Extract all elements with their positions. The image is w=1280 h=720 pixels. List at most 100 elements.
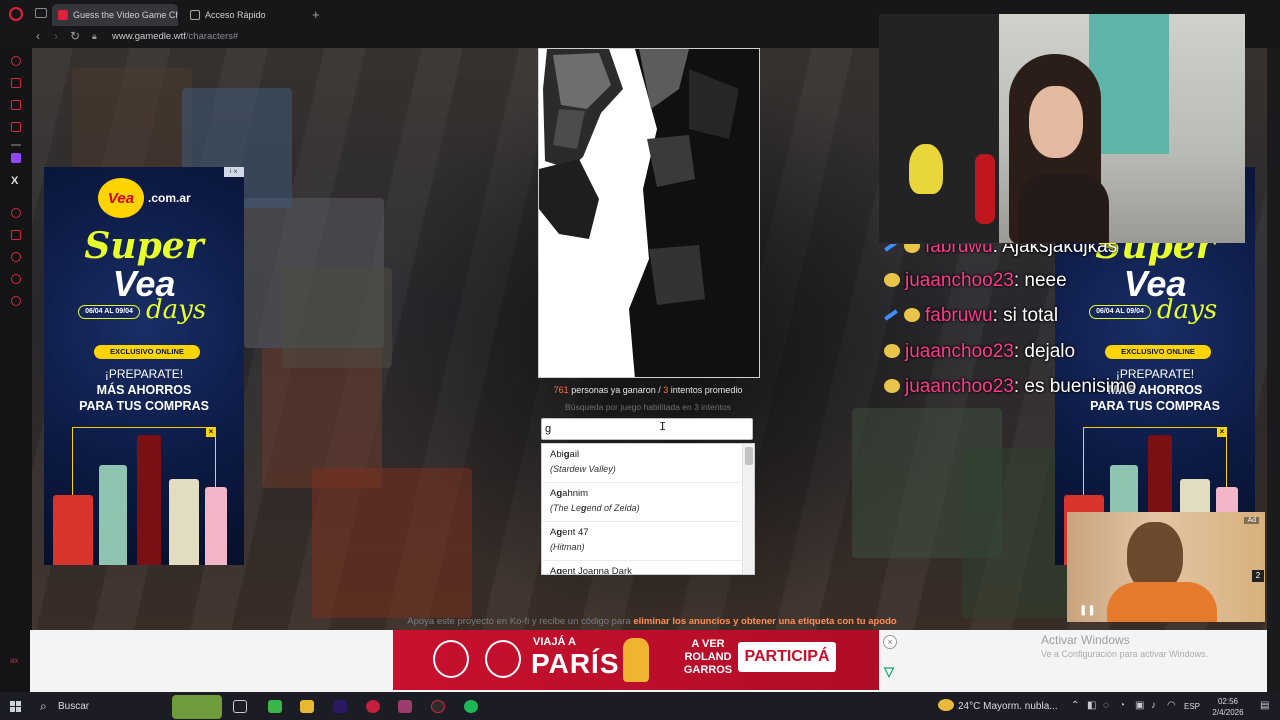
character-portrait xyxy=(538,48,760,378)
tab-acceso-rapido[interactable]: Acceso Rápido xyxy=(184,4,308,26)
avg-text: intentos promedio xyxy=(668,385,743,395)
kofi-banner: Apoya este proyecto en Ko-fi y recibe un… xyxy=(312,616,992,627)
character-guess-input[interactable] xyxy=(541,418,753,440)
suggestion-game: (The Legend of Zelda) xyxy=(550,503,640,513)
reload-icon[interactable]: ↻ xyxy=(70,29,80,43)
vea-brand: Vea xyxy=(112,263,176,304)
vea-domain: .com.ar xyxy=(148,191,191,205)
opera-gx-icon[interactable] xyxy=(366,700,380,713)
suggestion-item[interactable]: Agahnim (The Legend of Zelda) xyxy=(542,483,742,522)
app-pink-icon[interactable] xyxy=(398,700,412,713)
gamedle-favicon-icon xyxy=(58,10,68,20)
chat-message: juaanchoo23: dejalo xyxy=(884,341,1075,363)
wifi-icon[interactable]: ◠ xyxy=(1167,700,1176,711)
opera-logo-icon[interactable] xyxy=(9,7,23,21)
streamer-webcam xyxy=(879,14,1245,243)
messenger-icon[interactable] xyxy=(11,100,21,110)
task-view-icon[interactable] xyxy=(233,700,247,713)
bg-game-cover xyxy=(282,268,392,368)
tab-gamedle[interactable]: Guess the Video Game Ch xyxy=(52,4,178,26)
spotify-icon[interactable] xyxy=(464,700,478,713)
tray-app-icon[interactable]: ◧ xyxy=(1087,700,1096,711)
forward-icon[interactable]: › xyxy=(54,29,58,43)
sidebar-more-icon[interactable]: ax xyxy=(10,656,18,665)
windows-start-icon[interactable] xyxy=(10,701,21,712)
new-tab-button[interactable]: + xyxy=(312,7,320,22)
ad-choices-icon[interactable]: i ⨯ xyxy=(224,167,244,177)
suggestion-item[interactable]: Agent Joanna Dark xyxy=(542,561,742,574)
bg-game-cover xyxy=(72,68,192,178)
app-b-icon[interactable] xyxy=(268,700,282,713)
search-hint: Búsqueda por juego habilitada en 3 inten… xyxy=(565,402,731,412)
shopping-icon[interactable] xyxy=(11,78,21,88)
url-host: www.gamedle.wtf xyxy=(112,31,186,42)
scrollbar-thumb[interactable] xyxy=(745,447,753,465)
stella-artois-banner[interactable]: VIAJÁ A PARÍS A VER ROLAND GARROS PARTIC… xyxy=(393,630,879,690)
emote-icon xyxy=(884,344,900,358)
ad-info-icon[interactable]: ▽ xyxy=(884,664,894,680)
history-icon[interactable] xyxy=(11,252,21,262)
vea-products: × xyxy=(53,427,227,565)
close-icon[interactable]: × xyxy=(206,427,216,437)
widget-image-icon[interactable] xyxy=(172,695,222,719)
tab-overview-icon[interactable] xyxy=(35,8,47,18)
twitch-icon[interactable] xyxy=(11,153,21,163)
language-indicator[interactable]: ESP xyxy=(1184,702,1200,711)
character-silhouette xyxy=(539,49,759,377)
network-icon[interactable]: ◔ xyxy=(1119,700,1125,711)
kofi-link[interactable]: eliminar los anuncios y obtener una etiq… xyxy=(633,616,896,627)
suggestion-game: (Hitman) xyxy=(550,542,585,552)
file-explorer-icon[interactable] xyxy=(300,700,314,713)
emote-icon xyxy=(904,244,920,253)
shelf xyxy=(1089,14,1169,154)
tab-title: Acceso Rápido xyxy=(205,10,266,20)
search-icon[interactable]: ⌕ xyxy=(40,699,47,714)
vea-ad-left[interactable]: i ⨯ Vea .com.ar Super Vea 06/04 AL 09/04… xyxy=(44,167,244,565)
clock[interactable]: 02:56 2/4/2026 xyxy=(1206,696,1250,718)
extensions-icon[interactable] xyxy=(11,274,21,284)
mod-badge-icon xyxy=(884,244,898,252)
stream-chat-overlay: fabruwu: Ajaksjakdjkas juaanchoo23: neee… xyxy=(884,236,1184,406)
back-icon[interactable]: ‹ xyxy=(36,29,40,43)
dropdown-scrollbar[interactable] xyxy=(742,444,754,574)
banner-sub: A VER ROLAND GARROS xyxy=(683,638,733,676)
product-image xyxy=(205,487,227,565)
vea-days: days xyxy=(146,295,207,325)
activate-windows-subtitle: Ve a Configuración para activar Windows. xyxy=(1041,649,1209,659)
close-icon[interactable]: × xyxy=(883,635,897,649)
participa-button[interactable]: PARTICIPÁ xyxy=(738,642,836,672)
notifications-icon[interactable]: ▤ xyxy=(1260,700,1269,711)
weather-text[interactable]: 24°C Mayorm. nubla... xyxy=(958,701,1058,712)
premiere-icon[interactable] xyxy=(333,700,347,713)
person-shirt xyxy=(1107,582,1217,622)
suggestion-item[interactable]: Abigail (Stardew Valley) xyxy=(542,444,742,483)
taskbar-search[interactable]: Buscar xyxy=(58,701,89,712)
suggestion-game: (Stardew Valley) xyxy=(550,464,616,474)
x-twitter-icon[interactable]: X xyxy=(11,175,18,187)
product-image xyxy=(53,495,93,565)
player-icon[interactable] xyxy=(11,208,21,218)
aria-icon[interactable] xyxy=(11,56,21,66)
volume-icon[interactable]: ♪ xyxy=(1151,700,1156,711)
pause-icon[interactable]: ❚❚ xyxy=(1079,605,1096,616)
settings-icon[interactable] xyxy=(11,296,21,306)
close-icon[interactable]: × xyxy=(1217,427,1227,437)
vea-dates: 06/04 AL 09/04 xyxy=(78,305,140,319)
tray-app-icon[interactable]: ▣ xyxy=(1135,700,1144,711)
bottle xyxy=(975,154,995,224)
tray-app-icon[interactable]: ◌ xyxy=(1103,700,1109,711)
suggestion-name: Abigail xyxy=(550,449,580,460)
suggestion-item[interactable]: Agent 47 (Hitman) xyxy=(542,522,742,561)
floating-video-ad[interactable]: Ad ❚❚ xyxy=(1067,512,1265,622)
roland-garros-logo xyxy=(485,640,521,678)
url-field[interactable]: www.gamedle.wtf/characters# xyxy=(112,31,238,42)
chevron-up-icon[interactable]: ⌃ xyxy=(1071,700,1079,711)
instagram-icon[interactable] xyxy=(11,122,21,132)
emote-icon xyxy=(884,379,900,393)
opera-icon[interactable] xyxy=(431,700,445,713)
weather-icon[interactable] xyxy=(938,699,954,711)
lock-icon: 🔒︎ xyxy=(92,31,97,41)
winners-count: 761 xyxy=(553,385,569,395)
product-image xyxy=(99,465,127,565)
pinboard-icon[interactable] xyxy=(11,230,21,240)
